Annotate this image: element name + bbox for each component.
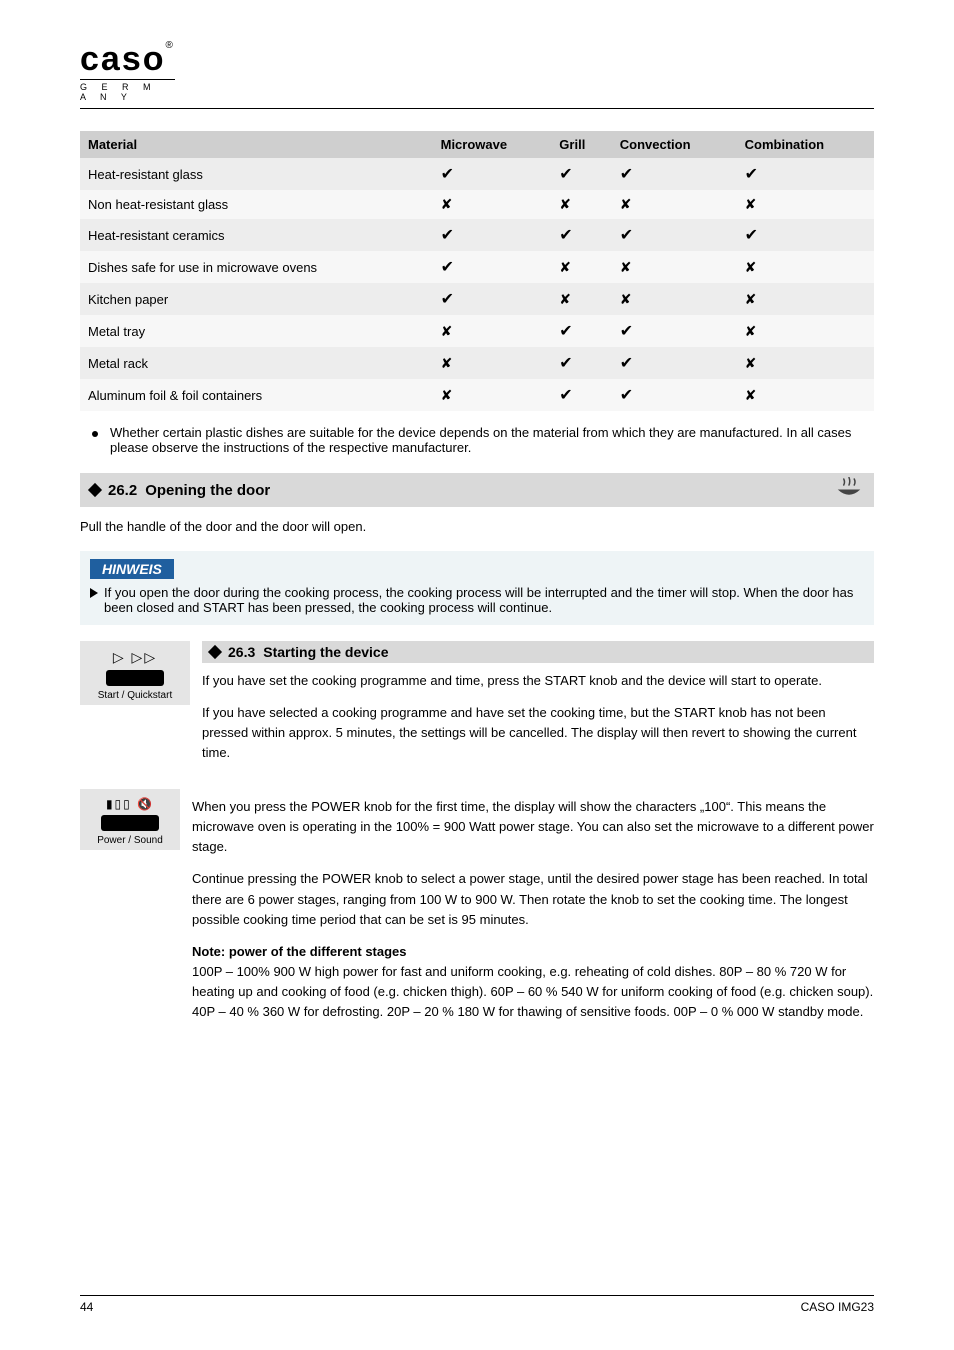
cell-mark: ✘ <box>737 379 874 411</box>
cell-mark: ✘ <box>433 347 552 379</box>
illust-label: Power / Sound <box>86 835 174 846</box>
start-quickstart-illust: ▷ ▷▷ Start / Quickstart <box>80 641 190 705</box>
cell-mark: ✘ <box>737 315 874 347</box>
hinweis-note: HINWEIS If you open the door during the … <box>80 551 874 625</box>
cell-label: Dishes safe for use in microwave ovens <box>80 251 433 283</box>
cell-mark: ✘ <box>551 251 611 283</box>
brand-sub: G E R M A N Y <box>80 79 175 102</box>
power-sound-icons: ▮▯▯ 🔇 <box>86 797 174 811</box>
th-material: Material <box>80 131 433 158</box>
section-header-starting: 26.3 Starting the device <box>202 641 874 663</box>
triangle-icon <box>90 588 98 598</box>
cell-mark: ✔ <box>433 251 552 283</box>
section-starting-device: ▷ ▷▷ Start / Quickstart 26.3 Starting th… <box>80 641 874 776</box>
section-title: Opening the door <box>145 482 270 499</box>
cell-label: Aluminum foil & foil containers <box>80 379 433 411</box>
cell-mark: ✔ <box>551 219 611 251</box>
power-note-title: Note: power of the different stages <box>192 944 407 959</box>
section-number: 26.3 <box>228 644 255 660</box>
cell-mark: ✘ <box>737 347 874 379</box>
cell-mark: ✔ <box>612 158 737 190</box>
table-row: Non heat-resistant glass ✘ ✘ ✘ ✘ <box>80 190 874 219</box>
section-title: Starting the device <box>263 644 388 660</box>
cell-mark: ✔ <box>612 219 737 251</box>
start-p1: If you have set the cooking programme an… <box>202 671 874 691</box>
th-grill: Grill <box>551 131 611 158</box>
cell-mark: ✔ <box>551 347 611 379</box>
footer-rule <box>80 1295 874 1296</box>
button-graphic <box>101 815 159 831</box>
hinweis-badge: HINWEIS <box>90 559 174 579</box>
power-note-body: 100P – 100% 900 W high power for fast an… <box>192 964 873 1019</box>
table-row: Aluminum foil & foil containers ✘ ✔ ✔ ✘ <box>80 379 874 411</box>
cell-mark: ✘ <box>612 251 737 283</box>
th-convection: Convection <box>612 131 737 158</box>
table-row: Dishes safe for use in microwave ovens ✔… <box>80 251 874 283</box>
power-sound-illust: ▮▯▯ 🔇 Power / Sound <box>80 789 180 850</box>
plastic-note-text: Whether certain plastic dishes are suita… <box>110 425 874 455</box>
bullet-icon <box>92 431 98 437</box>
th-microwave: Microwave <box>433 131 552 158</box>
diamond-icon <box>208 644 222 658</box>
cell-mark: ✔ <box>737 219 874 251</box>
cell-mark: ✘ <box>737 190 874 219</box>
section-body-opening: Pull the handle of the door and the door… <box>80 517 874 537</box>
cell-mark: ✘ <box>551 283 611 315</box>
cell-mark: ✔ <box>551 379 611 411</box>
cell-label: Heat-resistant glass <box>80 158 433 190</box>
power-p1: When you press the POWER knob for the fi… <box>192 797 874 857</box>
cell-label: Metal rack <box>80 347 433 379</box>
page-number: 44 <box>80 1300 93 1314</box>
table-header-row: Material Microwave Grill Convection Comb… <box>80 131 874 158</box>
cell-mark: ✔ <box>433 283 552 315</box>
cell-mark: ✔ <box>551 315 611 347</box>
reg-mark: ® <box>166 40 173 51</box>
cell-label: Heat-resistant ceramics <box>80 219 433 251</box>
button-graphic <box>106 670 164 686</box>
table-row: Heat-resistant ceramics ✔ ✔ ✔ ✔ <box>80 219 874 251</box>
cell-label: Metal tray <box>80 315 433 347</box>
model-name: CASO IMG23 <box>801 1300 874 1314</box>
brand-logo: caso® G E R M A N Y <box>80 40 874 102</box>
materials-table: Material Microwave Grill Convection Comb… <box>80 131 874 411</box>
th-combination: Combination <box>737 131 874 158</box>
table-row: Metal tray ✘ ✔ ✔ ✘ <box>80 315 874 347</box>
table-row: Heat-resistant glass ✔ ✔ ✔ ✔ <box>80 158 874 190</box>
cell-mark: ✘ <box>737 251 874 283</box>
cell-mark: ✘ <box>551 190 611 219</box>
section-power-sound: ▮▯▯ 🔇 Power / Sound When you press the P… <box>80 789 874 1034</box>
power-note: Note: power of the different stages 100P… <box>192 942 874 1023</box>
section-header-opening-door: 26.2 Opening the door <box>80 473 874 507</box>
cell-label: Kitchen paper <box>80 283 433 315</box>
cell-mark: ✘ <box>433 190 552 219</box>
table-row: Kitchen paper ✔ ✘ ✘ ✘ <box>80 283 874 315</box>
hinweis-text: If you open the door during the cooking … <box>104 585 864 615</box>
cell-mark: ✘ <box>612 190 737 219</box>
cell-mark: ✔ <box>551 158 611 190</box>
cell-mark: ✘ <box>433 315 552 347</box>
steam-bowl-icon <box>834 477 864 503</box>
cell-mark: ✔ <box>737 158 874 190</box>
cell-label: Non heat-resistant glass <box>80 190 433 219</box>
cell-mark: ✘ <box>433 379 552 411</box>
section-number: 26.2 <box>108 482 137 499</box>
cell-mark: ✔ <box>433 158 552 190</box>
start-p2: If you have selected a cooking programme… <box>202 703 874 763</box>
cell-mark: ✔ <box>612 379 737 411</box>
cell-mark: ✔ <box>612 347 737 379</box>
table-row: Metal rack ✘ ✔ ✔ ✘ <box>80 347 874 379</box>
play-icons: ▷ ▷▷ <box>86 649 184 666</box>
power-p2: Continue pressing the POWER knob to sele… <box>192 869 874 929</box>
rule-top <box>80 108 874 109</box>
cell-mark: ✘ <box>612 283 737 315</box>
plastic-note: Whether certain plastic dishes are suita… <box>80 425 874 455</box>
page-footer: 44 CASO IMG23 <box>80 1295 874 1314</box>
illust-label: Start / Quickstart <box>86 690 184 701</box>
cell-mark: ✔ <box>612 315 737 347</box>
cell-mark: ✔ <box>433 219 552 251</box>
diamond-icon <box>88 483 102 497</box>
cell-mark: ✘ <box>737 283 874 315</box>
brand-name: caso <box>80 40 166 78</box>
